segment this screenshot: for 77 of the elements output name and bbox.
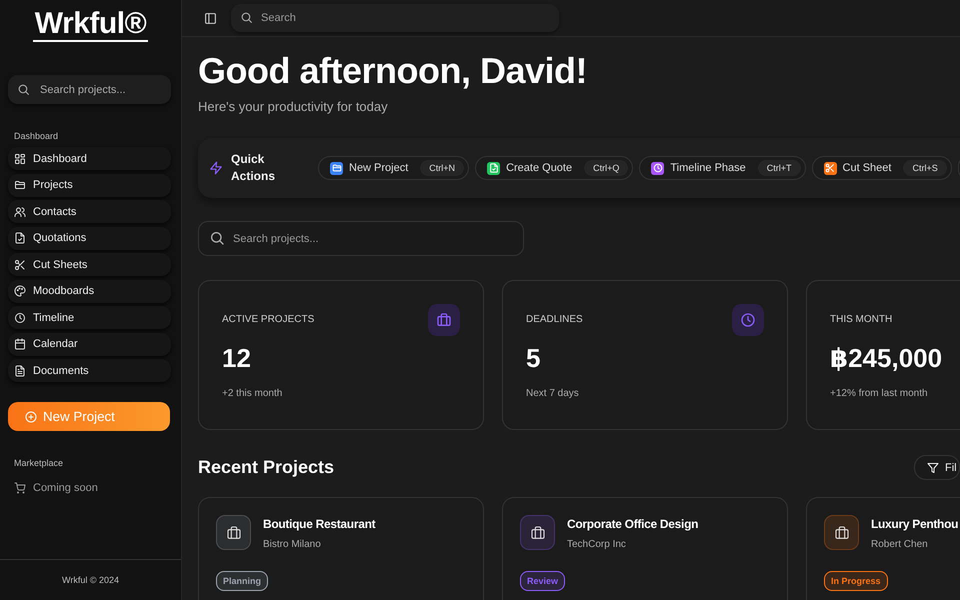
quick-action-button[interactable]: New Project Ctrl+N <box>318 156 470 180</box>
status-badge: Planning <box>216 571 268 591</box>
action-label: Timeline Phase <box>670 162 746 174</box>
section-label: Marketplace <box>14 458 64 468</box>
project-card[interactable]: Boutique Restaurant Bistro Milano Planning <box>198 497 484 600</box>
nav-item[interactable]: Quotations <box>8 226 171 250</box>
search-field[interactable]: Search projects... <box>8 75 171 104</box>
nav-item[interactable]: Moodboards <box>8 280 171 302</box>
grid-icon <box>14 152 26 164</box>
sidebar-toggle-icon <box>204 12 217 24</box>
cart-icon <box>14 482 26 494</box>
document-check-icon <box>14 232 26 244</box>
briefcase-icon <box>530 524 546 540</box>
action-label: New Project <box>349 162 408 174</box>
client-name: TechCorp Inc <box>567 539 627 550</box>
coming-soon-label: Coming soon <box>33 482 98 494</box>
quick-action-button[interactable]: Cut Sheet Ctrl+S <box>812 156 952 180</box>
filter-button[interactable]: Fil <box>914 455 960 480</box>
client-name: Robert Chen <box>871 539 929 550</box>
footer-text: Wrkful © 2024 <box>0 559 181 600</box>
document-icon <box>14 364 26 376</box>
nav-item[interactable]: Timeline <box>8 306 171 329</box>
search-icon <box>17 83 30 96</box>
nav-item[interactable]: Projects <box>8 174 171 196</box>
project-card[interactable]: Luxury Penthou Robert Chen In Progress <box>806 497 960 600</box>
plus-circle-icon <box>25 410 37 422</box>
stat-value: 5 <box>526 343 542 374</box>
search-field[interactable]: Search <box>231 4 559 32</box>
nav-item[interactable]: Documents <box>8 359 171 382</box>
briefcase-icon <box>436 312 452 328</box>
search-icon <box>240 11 253 24</box>
shortcut-key: Ctrl+Q <box>584 160 628 176</box>
stat-note: +12% from last month <box>830 388 929 399</box>
project-name: Luxury Penthou <box>871 517 958 531</box>
calendar-icon <box>14 338 26 350</box>
filter-icon <box>927 462 939 474</box>
status-badge: In Progress <box>824 571 888 591</box>
palette-icon <box>14 285 26 297</box>
stat-note: +2 this month <box>222 388 284 399</box>
shortcut-key: Ctrl+S <box>903 160 947 176</box>
section-label: Dashboard <box>14 131 60 141</box>
stat-label: ACTIVE PROJECTS <box>222 314 316 325</box>
project-card[interactable]: Corporate Office Design TechCorp Inc Review <box>502 497 788 600</box>
scissors-icon <box>14 258 26 270</box>
stat-label: DEADLINES <box>526 314 584 325</box>
shortcut-key: Ctrl+T <box>758 160 801 176</box>
logo: Wrkful® <box>32 8 148 42</box>
action-label: Create Quote <box>506 162 572 174</box>
subtitle: Here's your productivity for today <box>198 99 389 114</box>
clock-icon <box>14 312 26 324</box>
nav-item[interactable]: Cut Sheets <box>8 253 171 276</box>
section-heading: Recent Projects <box>198 457 334 478</box>
stat-note: Next 7 days <box>526 388 580 399</box>
stat-label: THIS MONTH <box>830 314 894 325</box>
shortcut-key: Ctrl+N <box>420 160 464 176</box>
client-name: Bistro Milano <box>263 539 322 550</box>
stat-value: 12 <box>222 343 252 374</box>
quick-actions-title: Quick Actions <box>231 151 276 185</box>
greeting-heading: Good afternoon, David! <box>198 49 588 93</box>
briefcase-icon <box>834 524 850 540</box>
users-icon <box>14 206 26 218</box>
nav-item[interactable]: Dashboard <box>8 147 171 170</box>
action-label: Cut Sheet <box>842 162 892 174</box>
folder-icon <box>14 179 26 191</box>
quick-action-button[interactable]: Create Quote Ctrl+Q <box>475 156 634 180</box>
project-name: Corporate Office Design <box>567 517 698 531</box>
nav-item[interactable]: Calendar <box>8 332 171 356</box>
clock-icon <box>740 312 756 328</box>
stat-value: ฿245,000 <box>830 343 944 374</box>
briefcase-icon <box>226 524 242 540</box>
project-name: Boutique Restaurant <box>263 517 376 531</box>
nav-item[interactable]: Contacts <box>8 200 171 223</box>
quick-action-button[interactable]: Timeline Phase Ctrl+T <box>639 156 806 180</box>
search-icon <box>209 230 225 246</box>
project-search-field[interactable]: Search projects... <box>198 221 524 256</box>
lightning-icon <box>209 161 223 175</box>
status-badge: Review <box>520 571 566 591</box>
